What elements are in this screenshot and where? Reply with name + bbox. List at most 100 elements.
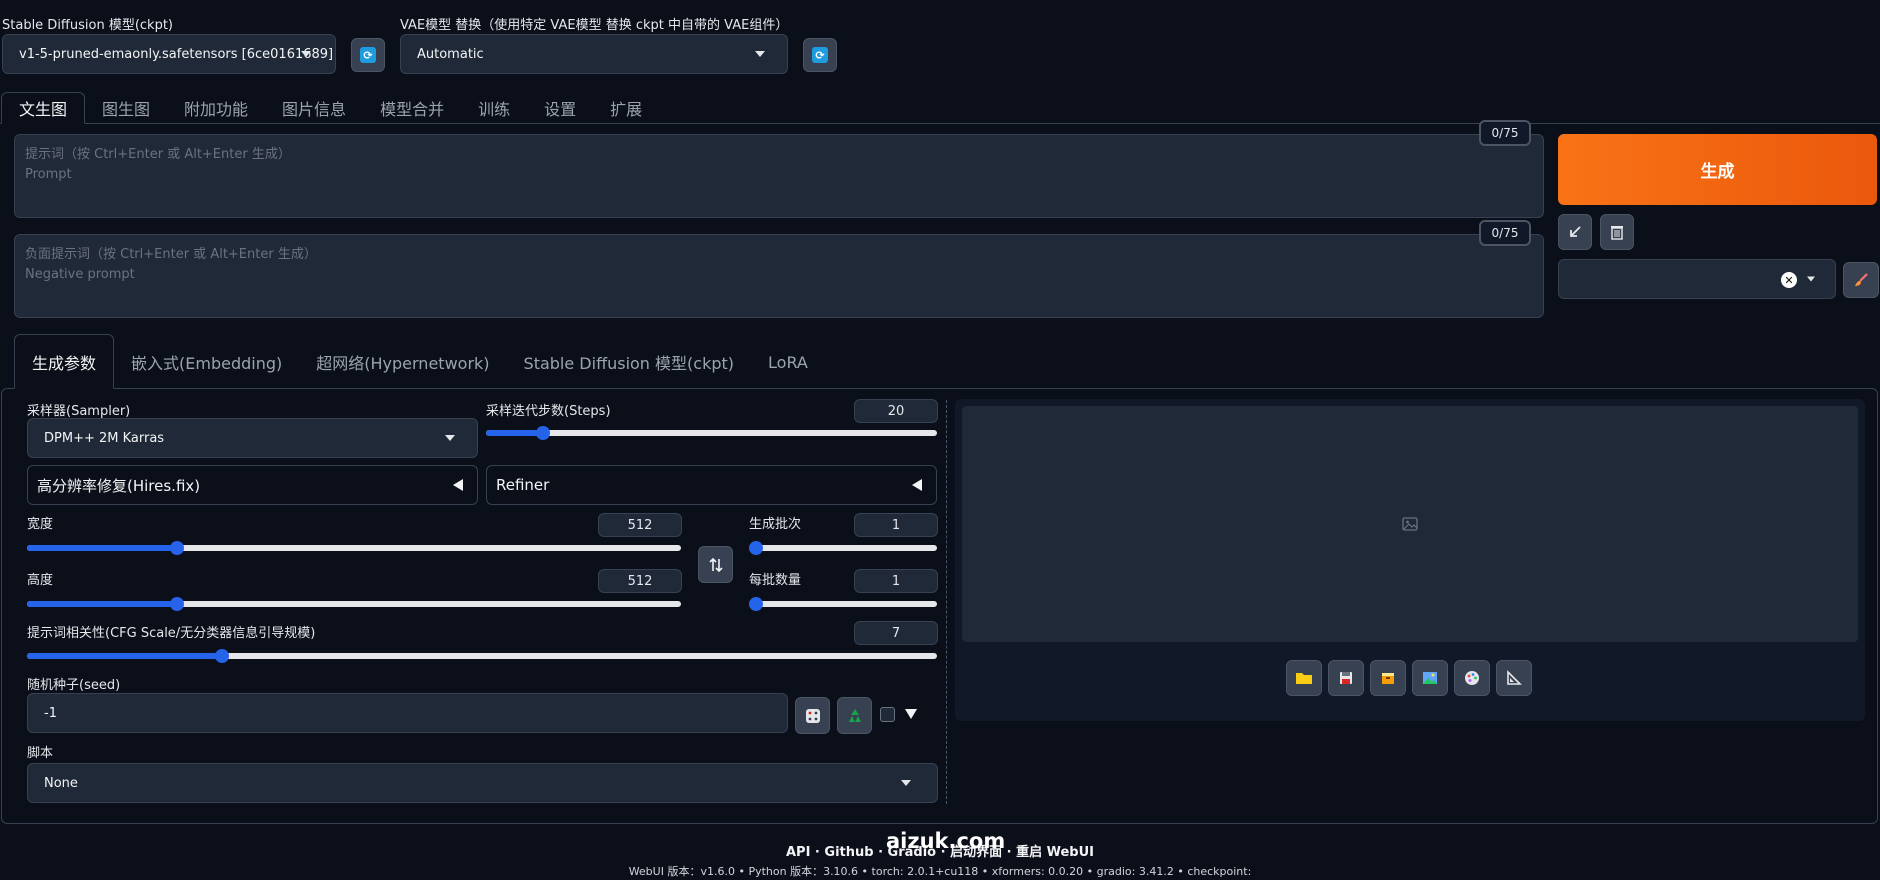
brush-icon <box>1855 273 1868 286</box>
tab-main-6[interactable]: 设置 <box>527 92 593 124</box>
edit-styles-button[interactable] <box>1843 262 1879 298</box>
clear-icon[interactable]: ✕ <box>1781 272 1797 288</box>
prompt-input[interactable]: 提示词（按 Ctrl+Enter 或 Alt+Enter 生成） Prompt <box>14 134 1544 218</box>
random-seed-button[interactable] <box>795 697 830 734</box>
arrow-down-left-icon <box>1570 226 1581 237</box>
height-input[interactable]: 512 <box>598 569 682 593</box>
height-label: 高度 <box>27 573 54 588</box>
tab-main-4[interactable]: 模型合并 <box>363 92 461 124</box>
vae-dropdown[interactable]: Automatic <box>400 34 788 74</box>
steps-slider-handle[interactable] <box>536 426 551 440</box>
output-image-area <box>962 406 1858 642</box>
picture-icon <box>1423 672 1437 684</box>
triangle-ruler-icon <box>1507 670 1522 685</box>
tab-params-3[interactable]: Stable Diffusion 模型(ckpt) <box>507 335 751 389</box>
main-tabs: 文生图 图生图 附加功能 图片信息 模型合并 训练 设置 扩展 <box>1 92 659 124</box>
refiner-label: Refiner <box>496 476 550 494</box>
sampler-value: DPM++ 2M Karras <box>44 430 165 446</box>
tab-main-7[interactable]: 扩展 <box>593 92 659 124</box>
batch-count-input[interactable]: 1 <box>854 513 938 537</box>
width-slider-handle[interactable] <box>170 541 185 555</box>
negative-prompt-placeholder-line2: Negative prompt <box>25 267 135 282</box>
tab-params-4[interactable]: LoRA <box>751 335 825 389</box>
send-to-extras-button[interactable] <box>1496 660 1532 696</box>
tab-main-1[interactable]: 图生图 <box>85 92 167 124</box>
refiner-accordion[interactable]: Refiner <box>486 465 937 505</box>
prompt-placeholder-line2: Prompt <box>25 167 72 182</box>
tab-params-2[interactable]: 超网络(Hypernetwork) <box>299 335 506 389</box>
sd-model-label: Stable Diffusion 模型(ckpt) <box>2 18 174 33</box>
height-slider-handle[interactable] <box>170 597 185 611</box>
image-placeholder-icon <box>1402 517 1418 531</box>
open-folder-button[interactable] <box>1286 660 1322 696</box>
chevron-down-icon <box>301 51 311 57</box>
chevron-down-icon <box>1807 276 1815 282</box>
sd-model-value: v1-5-pruned-emaonly.safetensors [6ce0161… <box>19 46 334 62</box>
tab-params-0[interactable]: 生成参数 <box>14 334 115 389</box>
refresh-vae-button[interactable]: ⟳ <box>803 38 837 72</box>
chevron-down-icon <box>755 51 765 57</box>
generate-button[interactable]: 生成 <box>1558 134 1877 205</box>
steps-slider-fill <box>486 430 544 436</box>
batch-size-input[interactable]: 1 <box>854 569 938 593</box>
batch-count-label: 生成批次 <box>749 517 802 532</box>
folder-icon <box>1296 673 1312 684</box>
send-to-img2img-button[interactable] <box>1412 660 1448 696</box>
batch-count-slider-handle[interactable] <box>749 541 763 555</box>
footer-versions: WebUI 版本：v1.6.0 • Python 版本：3.10.6 • tor… <box>628 865 1252 878</box>
batch-size-slider-handle[interactable] <box>749 597 763 611</box>
archive-icon <box>1382 673 1394 684</box>
swap-dimensions-button[interactable] <box>698 546 733 583</box>
save-icon <box>1340 672 1352 684</box>
collapse-triangle-icon <box>453 479 463 491</box>
vae-label: VAE模型 替换（使用特定 VAE模型 替换 ckpt 中自带的 VAE组件） <box>400 18 789 33</box>
chevron-down-icon <box>445 435 455 441</box>
tab-main-5[interactable]: 训练 <box>461 92 527 124</box>
width-slider[interactable] <box>27 541 681 555</box>
send-to-inpaint-button[interactable] <box>1454 660 1490 696</box>
palette-icon <box>1465 671 1479 685</box>
width-input[interactable]: 512 <box>598 513 682 537</box>
tab-main-3[interactable]: 图片信息 <box>265 92 363 124</box>
sd-model-dropdown[interactable]: v1-5-pruned-emaonly.safetensors [6ce0161… <box>2 34 336 74</box>
steps-slider[interactable] <box>486 426 937 440</box>
reuse-seed-button[interactable] <box>837 697 872 734</box>
swap-arrows-icon <box>708 557 723 572</box>
column-divider <box>946 400 947 804</box>
hires-fix-label: 高分辨率修复(Hires.fix) <box>37 476 201 495</box>
tab-main-0[interactable]: 文生图 <box>1 92 86 124</box>
zip-button[interactable] <box>1370 660 1406 696</box>
steps-label: 采样迭代步数(Steps) <box>486 404 611 419</box>
seed-input[interactable]: -1 <box>27 693 788 733</box>
script-value: None <box>44 775 78 791</box>
negative-prompt-placeholder-line1: 负面提示词（按 Ctrl+Enter 或 Alt+Enter 生成） <box>25 247 317 262</box>
vae-value: Automatic <box>417 46 484 62</box>
refresh-icon: ⟳ <box>360 47 376 63</box>
cfg-input[interactable]: 7 <box>854 621 938 645</box>
extra-seed-checkbox[interactable] <box>880 707 895 722</box>
save-button[interactable] <box>1328 660 1364 696</box>
tab-params-1[interactable]: 嵌入式(Embedding) <box>114 335 299 389</box>
hires-fix-accordion[interactable]: 高分辨率修复(Hires.fix) <box>27 465 478 505</box>
height-slider[interactable] <box>27 597 681 611</box>
negative-prompt-input[interactable]: 负面提示词（按 Ctrl+Enter 或 Alt+Enter 生成） Negat… <box>14 234 1544 318</box>
sampler-dropdown[interactable]: DPM++ 2M Karras <box>27 418 478 458</box>
extra-seed-toggle-icon[interactable] <box>905 709 917 719</box>
cfg-slider-handle[interactable] <box>214 649 229 663</box>
cfg-slider[interactable] <box>27 649 937 663</box>
tab-main-2[interactable]: 附加功能 <box>167 92 265 124</box>
clear-prompt-button[interactable] <box>1600 214 1634 250</box>
read-params-button[interactable] <box>1558 214 1592 250</box>
refresh-sd-model-button[interactable]: ⟳ <box>351 38 385 72</box>
trash-icon <box>1611 226 1623 240</box>
steps-input[interactable]: 20 <box>854 399 938 423</box>
prompt-placeholder-line1: 提示词（按 Ctrl+Enter 或 Alt+Enter 生成） <box>25 147 291 162</box>
batch-count-slider[interactable] <box>749 541 937 555</box>
height-slider-fill <box>27 601 178 607</box>
width-label: 宽度 <box>27 517 54 532</box>
batch-size-slider[interactable] <box>749 597 937 611</box>
script-dropdown[interactable]: None <box>27 763 938 803</box>
cfg-slider-fill <box>27 653 222 659</box>
params-tabs: 生成参数 嵌入式(Embedding) 超网络(Hypernetwork) Stabl… <box>14 334 825 389</box>
styles-dropdown[interactable]: ✕ <box>1558 259 1836 299</box>
